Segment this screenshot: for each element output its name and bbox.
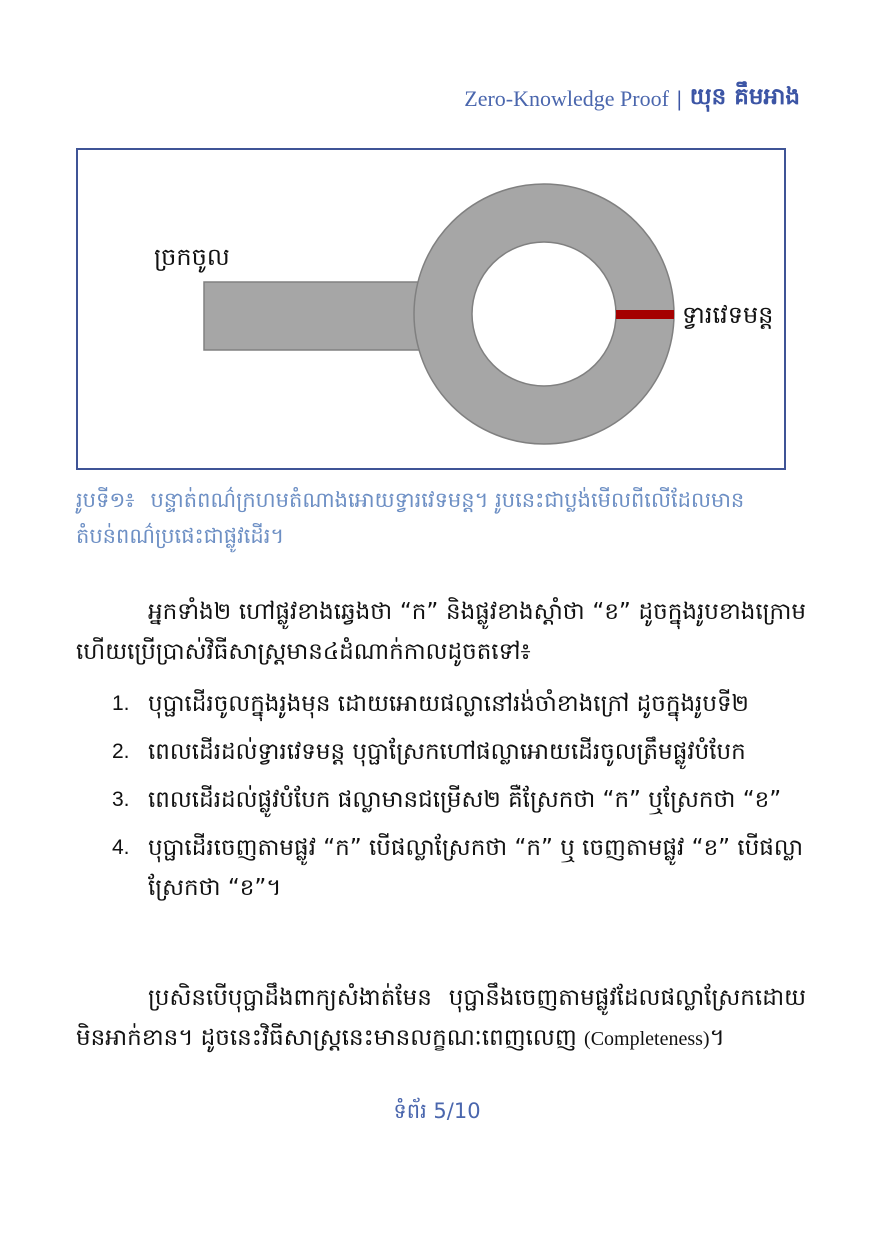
figure-caption: រូបទី១៖ បន្ទាត់ពណ៌ក្រហមតំណាងអោយទ្វារវេទមន… [76,482,796,554]
list-item: 4. បុប្ផាដើរចេញតាមផ្លូវ “ក” បើផល្លាស្រែក… [76,828,806,908]
step-text: ពេលដើរដល់ផ្លូវបំបែក ផល្លាមានជម្រើស២ គឺស្… [148,787,782,813]
document-title: Zero-Knowledge Proof [464,86,669,111]
header-separator: | [676,86,682,111]
step-text: បុប្ផាដើរចូលក្នុងរូងមុន ដោយអោយផល្លានៅរង់… [148,691,749,717]
step-text: បុប្ផាដើរចេញតាមផ្លូវ “ក” បើផល្លាស្រែកថា … [148,835,804,901]
paragraph-intro: អ្នកទាំង២ ហៅផ្លូវខាងឆ្វេងថា “ក” និងផ្លូវ… [76,599,806,665]
author-name: យុន គឹមអាង [689,83,800,110]
page-header: Zero-Knowledge Proof | យុន គឹមអាង [464,82,800,116]
entrance-label: ច្រកចូល [154,243,230,271]
list-item: 2. ពេលដើរដល់ទ្វារវេទមន្ត បុប្ផាស្រែកហៅផល… [76,732,806,772]
caption-number: រូបទី១៖ [76,488,135,512]
paragraph-completeness: ប្រសិនបើបុប្ផាដឹងពាក្យសំងាត់មែន បុប្ផានឹ… [76,978,806,1059]
cave-diagram [203,183,675,445]
list-item: 1. បុប្ផាដើរចូលក្នុងរូងមុន ដោយអោយផល្លានៅ… [76,684,806,724]
magic-door-label: ទ្វារវេទមន្ត [682,301,774,329]
paragraph-end-mark: ។ [709,1025,725,1051]
completeness-term: (Completeness) [584,1028,710,1050]
step-number: 2. [112,740,130,763]
step-number: 3. [112,788,130,811]
step-number: 4. [112,836,130,859]
list-item: 3. ពេលដើរដល់ផ្លូវបំបែក ផល្លាមានជម្រើស២ គ… [76,780,806,820]
steps-list: 1. បុប្ផាដើរចូលក្នុងរូងមុន ដោយអោយផល្លានៅ… [76,684,806,916]
caption-text: បន្ទាត់ពណ៌ក្រហមតំណាងអោយទ្វារវេទមន្ត។ រូប… [76,488,745,548]
step-text: ពេលដើរដល់ទ្វារវេទមន្ត បុប្ផាស្រែកហៅផល្លា… [148,739,746,765]
figure-cave-diagram: ច្រកចូល ទ្វារវេទមន្ត [76,148,786,470]
page-number: ទំព័រ 5/10 [393,1099,481,1123]
magic-door [616,310,674,319]
step-number: 1. [112,692,130,715]
